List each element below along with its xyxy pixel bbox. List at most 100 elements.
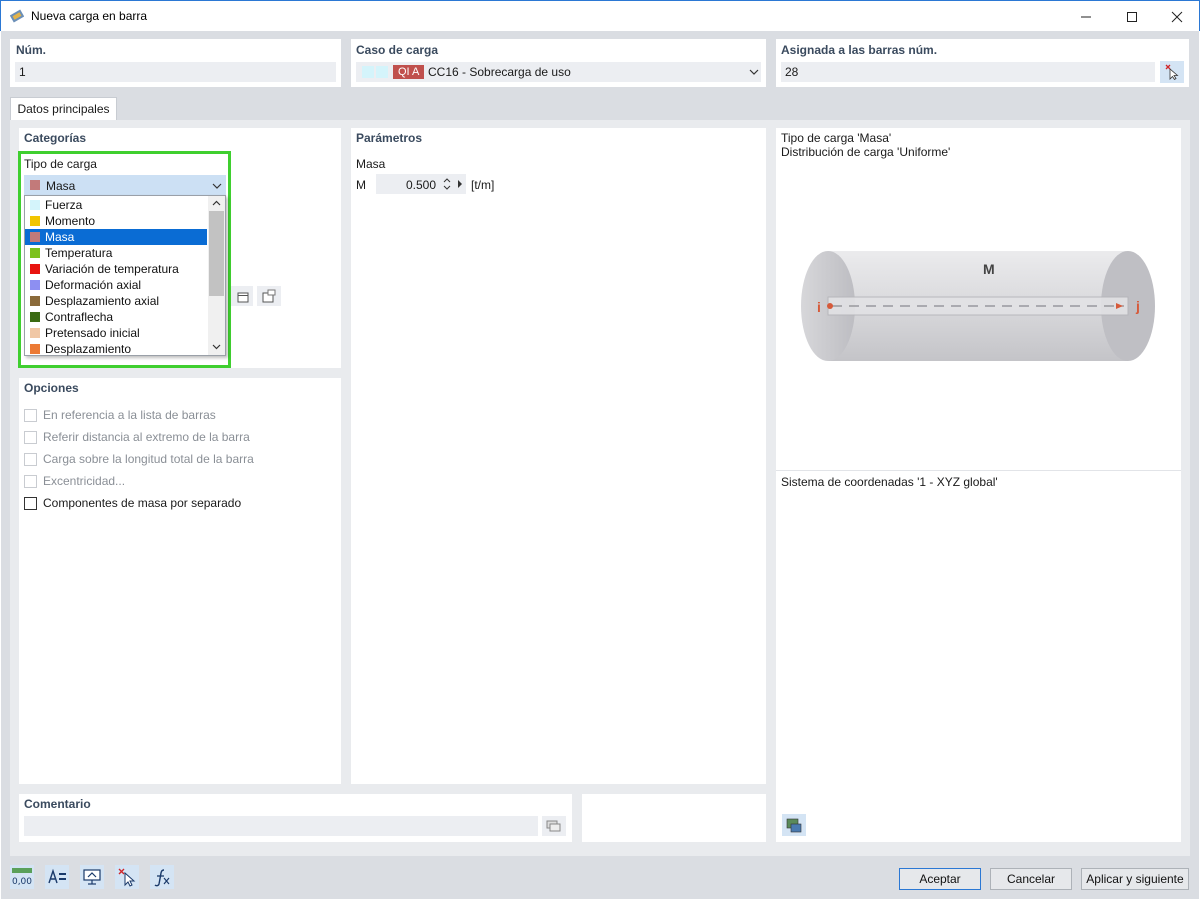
parameters-title: Parámetros xyxy=(356,131,423,145)
load-type-selected-value: Masa xyxy=(46,179,76,193)
comment-library-button[interactable] xyxy=(542,816,566,836)
arrow-right-icon[interactable] xyxy=(457,180,463,188)
option-separate-mass-components[interactable]: Componentes de masa por separado xyxy=(24,492,334,514)
preview-divider xyxy=(776,470,1181,471)
comment-input[interactable] xyxy=(24,816,538,836)
window-copy-icon xyxy=(262,289,276,303)
minimize-icon xyxy=(1081,16,1091,17)
assigned-members-label: Asignada a las barras núm. xyxy=(781,43,938,57)
load-case-badge: QI A xyxy=(393,65,425,79)
text-settings-button[interactable] xyxy=(45,865,69,889)
checkbox[interactable] xyxy=(24,474,37,488)
monitor-icon xyxy=(83,869,101,885)
category-tool-button-1[interactable] xyxy=(231,286,253,306)
list-item[interactable]: Fuerza xyxy=(25,197,207,213)
load-case-color-swatch xyxy=(362,66,374,78)
color-swatch xyxy=(30,296,40,306)
dropdown-scrollbar[interactable] xyxy=(208,196,225,355)
text-format-icon xyxy=(48,868,66,884)
checkbox[interactable] xyxy=(24,408,37,422)
color-swatch xyxy=(30,328,40,338)
title-bar: Nueva carga en barra xyxy=(0,0,1200,31)
option-full-length[interactable]: Carga sobre la longitud total de la barr… xyxy=(24,448,334,470)
accept-button[interactable]: Aceptar xyxy=(899,868,981,890)
parameters-panel: Parámetros Masa M 0.500 [t/m] xyxy=(351,128,766,784)
app-icon xyxy=(10,9,24,23)
units-button[interactable]: 0,00 xyxy=(10,865,34,889)
select-button[interactable] xyxy=(115,865,139,889)
diagram-label-m: M xyxy=(983,261,995,277)
svg-text:0,00: 0,00 xyxy=(12,877,32,887)
list-item-selected[interactable]: Masa xyxy=(25,229,207,245)
options-title: Opciones xyxy=(24,381,79,395)
chevron-down-icon xyxy=(212,183,222,189)
checkbox[interactable] xyxy=(24,430,37,444)
diagram-label-j: j xyxy=(1136,298,1140,314)
load-type-label: Tipo de carga xyxy=(24,157,97,171)
list-item[interactable]: Variación de temperatura xyxy=(25,261,207,277)
minimize-button[interactable] xyxy=(1063,1,1109,32)
color-swatch xyxy=(30,264,40,274)
mass-symbol: M xyxy=(356,178,366,192)
category-tool-button-2[interactable] xyxy=(257,286,281,306)
spinner-icon[interactable] xyxy=(443,177,451,191)
list-item[interactable]: Temperatura xyxy=(25,245,207,261)
formula-button[interactable] xyxy=(150,865,174,889)
maximize-icon xyxy=(1127,11,1137,22)
checkbox[interactable] xyxy=(24,452,37,466)
image-settings-icon xyxy=(786,818,802,833)
cancel-button[interactable]: Cancelar xyxy=(990,868,1072,890)
load-type-selected-swatch xyxy=(30,180,40,190)
assigned-members-panel: Asignada a las barras núm. 28 xyxy=(776,39,1189,87)
color-swatch xyxy=(30,344,40,354)
list-item[interactable]: Desplazamiento axial xyxy=(25,293,207,309)
comment-library-icon xyxy=(546,820,561,832)
scroll-down-icon[interactable] xyxy=(212,344,221,350)
close-icon xyxy=(1171,11,1183,22)
option-member-list-reference[interactable]: En referencia a la lista de barras xyxy=(24,404,334,426)
load-case-panel: Caso de carga QI A CC16 - Sobrecarga de … xyxy=(351,39,766,87)
scrollbar-thumb[interactable] xyxy=(209,211,224,296)
maximize-button[interactable] xyxy=(1109,1,1155,32)
color-swatch xyxy=(30,312,40,322)
comment-label: Comentario xyxy=(24,797,91,811)
close-button[interactable] xyxy=(1154,1,1200,32)
list-item[interactable]: Pretensado inicial xyxy=(25,325,207,341)
mass-value: 0.500 xyxy=(405,178,436,192)
units-icon: 0,00 xyxy=(12,868,32,887)
comment-side-panel xyxy=(582,794,766,842)
list-item[interactable]: Deformación axial xyxy=(25,277,207,293)
number-field[interactable]: 1 xyxy=(15,62,336,82)
number-panel: Núm. 1 xyxy=(10,39,341,87)
color-swatch xyxy=(30,280,40,290)
window-icon xyxy=(237,292,249,303)
checkbox[interactable] xyxy=(24,496,37,510)
mass-value-field[interactable]: 0.500 xyxy=(376,174,466,194)
function-icon xyxy=(154,869,170,887)
load-type-select[interactable]: Masa xyxy=(24,175,226,195)
list-item[interactable]: Contraflecha xyxy=(25,309,207,325)
pick-members-button[interactable] xyxy=(1160,61,1184,83)
load-case-color-swatch-2 xyxy=(376,66,388,78)
apply-next-button[interactable]: Aplicar y siguiente xyxy=(1081,868,1189,890)
option-eccentricity[interactable]: Excentricidad... xyxy=(24,470,334,492)
list-item[interactable]: Momento xyxy=(25,213,207,229)
option-relative-distance[interactable]: Referir distancia al extremo de la barra xyxy=(24,426,334,448)
view-button[interactable] xyxy=(80,865,104,889)
tab-main-data[interactable]: Datos principales xyxy=(10,97,117,121)
select-cursor-icon xyxy=(118,868,136,887)
mass-group-label: Masa xyxy=(356,157,386,171)
list-item[interactable]: Desplazamiento xyxy=(25,341,207,357)
chevron-down-icon xyxy=(749,69,759,75)
load-case-label: Caso de carga xyxy=(356,43,439,57)
comment-panel: Comentario xyxy=(19,794,572,842)
preview-options-button[interactable] xyxy=(782,814,806,836)
load-case-select[interactable]: QI A CC16 - Sobrecarga de uso xyxy=(356,62,761,82)
color-swatch xyxy=(30,216,40,226)
categories-title: Categorías xyxy=(24,131,87,145)
assigned-members-field[interactable]: 28 xyxy=(781,62,1155,82)
scroll-up-icon[interactable] xyxy=(212,200,221,206)
pick-cursor-icon xyxy=(1165,64,1179,80)
load-type-highlight: Tipo de carga Masa Fuerza Momento Masa T… xyxy=(18,151,231,368)
number-label: Núm. xyxy=(16,43,46,57)
